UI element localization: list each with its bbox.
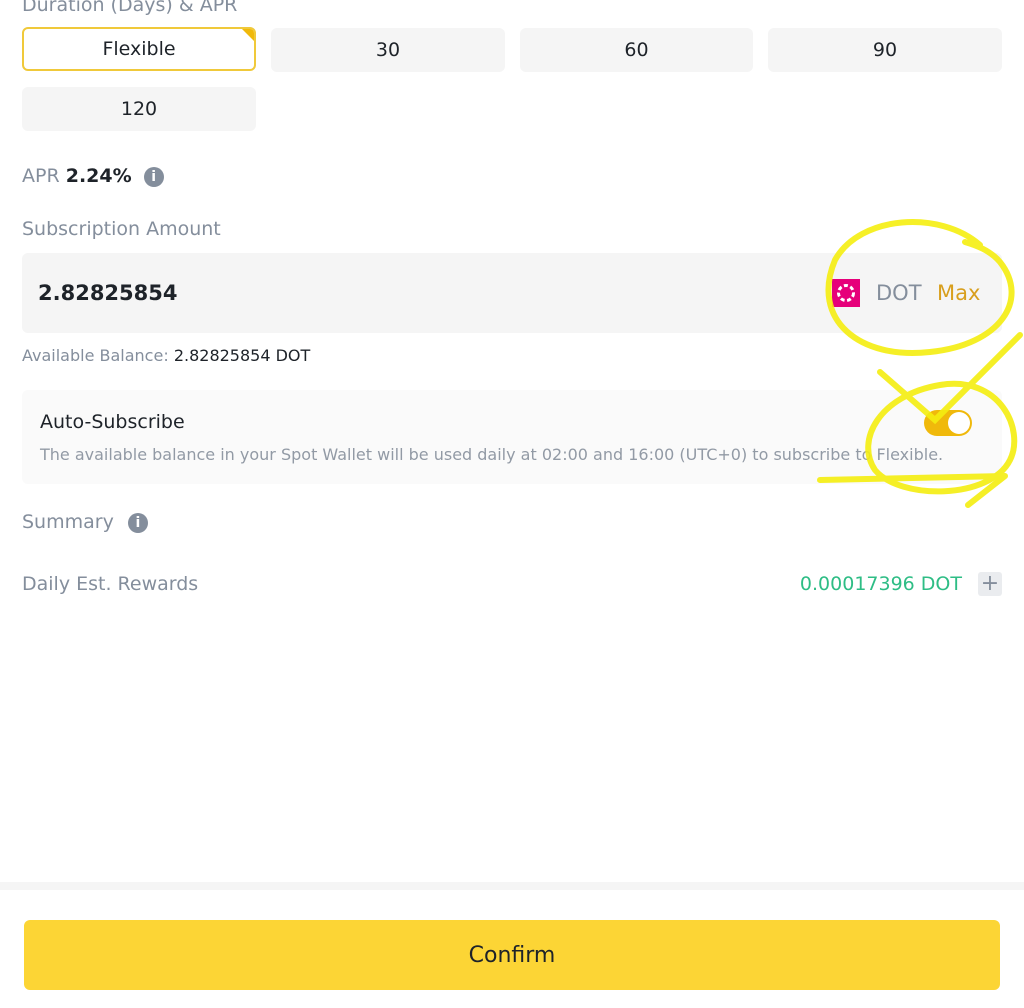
amount-value[interactable]: 2.82825854 <box>38 281 177 305</box>
duration-option-90[interactable]: 90 <box>768 28 1002 72</box>
available-balance: Available Balance: 2.82825854 DOT <box>22 346 310 365</box>
duration-option-60[interactable]: 60 <box>520 28 753 72</box>
confirm-button[interactable]: Confirm <box>24 920 1000 990</box>
duration-option-120[interactable]: 120 <box>22 87 256 131</box>
info-icon[interactable]: i <box>127 512 148 533</box>
info-icon[interactable]: i <box>143 166 164 187</box>
daily-rewards-value: 0.00017396 DOT <box>799 573 962 595</box>
subscription-amount-input[interactable]: 2.82825854 DOT Max <box>22 253 1002 333</box>
toggle-knob <box>948 412 970 434</box>
apr-value: 2.24% <box>65 165 132 187</box>
daily-rewards-label: Daily Est. Rewards <box>22 573 199 595</box>
summary-label: Summary <box>22 511 114 533</box>
auto-subscribe-panel: Auto-Subscribe The available balance in … <box>22 390 1002 484</box>
auto-subscribe-description: The available balance in your Spot Walle… <box>40 445 944 464</box>
duration-option-flexible[interactable]: Flexible <box>22 27 256 71</box>
apr-row: APR 2.24% i <box>22 165 164 187</box>
max-button[interactable]: Max <box>937 281 980 305</box>
apr-label: APR <box>22 165 60 187</box>
coin-label: DOT <box>876 281 922 305</box>
divider <box>0 882 1024 890</box>
expand-plus-icon[interactable]: + <box>978 572 1002 596</box>
balance-unit: DOT <box>275 346 311 365</box>
subscription-amount-label: Subscription Amount <box>22 218 221 240</box>
duration-heading: Duration (Days) & APR <box>22 0 238 16</box>
balance-label: Available Balance: <box>22 346 169 365</box>
summary-heading: Summary i <box>22 511 148 533</box>
auto-subscribe-title: Auto-Subscribe <box>40 411 185 433</box>
auto-subscribe-toggle[interactable] <box>924 410 972 436</box>
polkadot-coin-icon <box>832 279 860 307</box>
duration-option-30[interactable]: 30 <box>271 28 505 72</box>
annotation-overlay <box>817 219 1023 508</box>
balance-value: 2.82825854 <box>173 346 271 365</box>
